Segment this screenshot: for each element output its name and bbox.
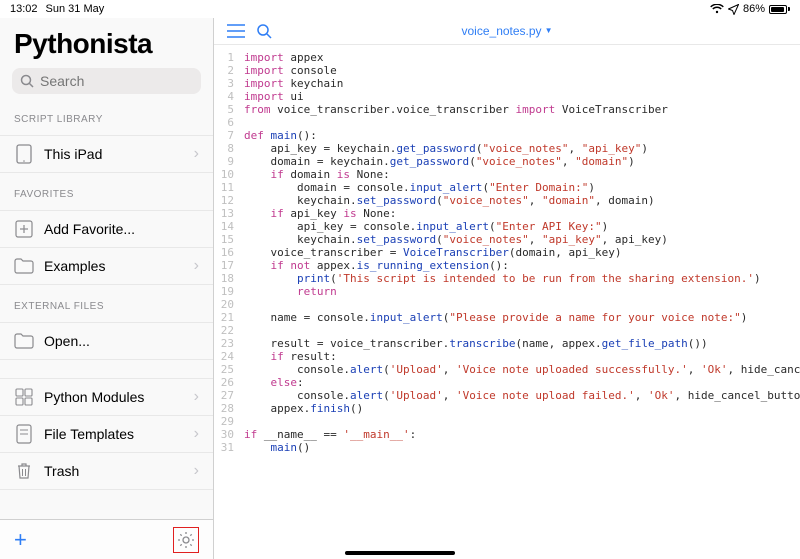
ipad-icon <box>14 144 34 164</box>
location-icon <box>728 4 739 15</box>
sidebar-item-trash[interactable]: Trash › <box>0 453 213 490</box>
gear-icon <box>177 531 195 549</box>
sidebar-item-add-favorite[interactable]: Add Favorite... <box>0 210 213 248</box>
battery-icon <box>769 5 790 14</box>
template-icon <box>14 424 34 444</box>
trash-icon <box>14 461 34 481</box>
add-button[interactable]: + <box>14 527 27 553</box>
sidebar-item-open[interactable]: Open... <box>0 322 213 360</box>
home-indicator <box>345 551 455 555</box>
sidebar-item-label: File Templates <box>44 426 184 442</box>
sidebar-item-label: This iPad <box>44 146 184 162</box>
app-title: Pythonista <box>0 18 213 68</box>
section-favorites: FAVORITES <box>0 183 213 204</box>
sidebar-item-this-ipad[interactable]: This iPad › <box>0 135 213 173</box>
search-input[interactable] <box>12 68 201 94</box>
code-content[interactable]: import appeximport consoleimport keychai… <box>240 45 800 559</box>
search-icon <box>20 74 34 88</box>
sidebar-item-label: Add Favorite... <box>44 221 199 237</box>
dirty-indicator-icon: ▼ <box>542 26 553 35</box>
chevron-right-icon: › <box>194 145 199 163</box>
folder-icon <box>14 331 34 351</box>
chevron-right-icon: › <box>194 425 199 443</box>
sidebar-item-label: Python Modules <box>44 389 184 405</box>
menu-button[interactable] <box>222 24 250 38</box>
modules-icon <box>14 387 34 407</box>
search-field[interactable] <box>40 73 213 89</box>
status-date: Sun 31 May <box>46 3 105 15</box>
wifi-icon <box>710 4 724 14</box>
battery-percent: 86% <box>743 3 765 15</box>
search-icon <box>256 23 272 39</box>
section-script-library: SCRIPT LIBRARY <box>0 108 213 129</box>
sidebar-item-examples[interactable]: Examples › <box>0 248 213 285</box>
sidebar-item-file-templates[interactable]: File Templates › <box>0 416 213 453</box>
sidebar-item-label: Open... <box>44 333 199 349</box>
editor-pane: voice_notes.py▼ 123456789101112131415161… <box>214 18 800 559</box>
status-time: 13:02 <box>10 3 38 15</box>
sidebar-item-python-modules[interactable]: Python Modules › <box>0 378 213 416</box>
sidebar-item-label: Examples <box>44 258 184 274</box>
sidebar: Pythonista SCRIPT LIBRARY This iPad › FA… <box>0 18 214 559</box>
settings-button[interactable] <box>173 527 199 553</box>
folder-icon <box>14 256 34 276</box>
chevron-right-icon: › <box>194 388 199 406</box>
sidebar-item-label: Trash <box>44 463 184 479</box>
line-gutter: 1234567891011121314151617181920212223242… <box>214 45 240 559</box>
chevron-right-icon: › <box>194 257 199 275</box>
file-title[interactable]: voice_notes.py▼ <box>214 24 800 38</box>
hamburger-icon <box>227 24 245 38</box>
status-bar: 13:02 Sun 31 May 86% <box>0 0 800 18</box>
plus-box-icon <box>14 219 34 239</box>
section-external-files: EXTERNAL FILES <box>0 295 213 316</box>
search-button[interactable] <box>250 23 278 39</box>
code-editor[interactable]: 1234567891011121314151617181920212223242… <box>214 45 800 559</box>
filename-label: voice_notes.py <box>462 24 542 38</box>
chevron-right-icon: › <box>194 462 199 480</box>
